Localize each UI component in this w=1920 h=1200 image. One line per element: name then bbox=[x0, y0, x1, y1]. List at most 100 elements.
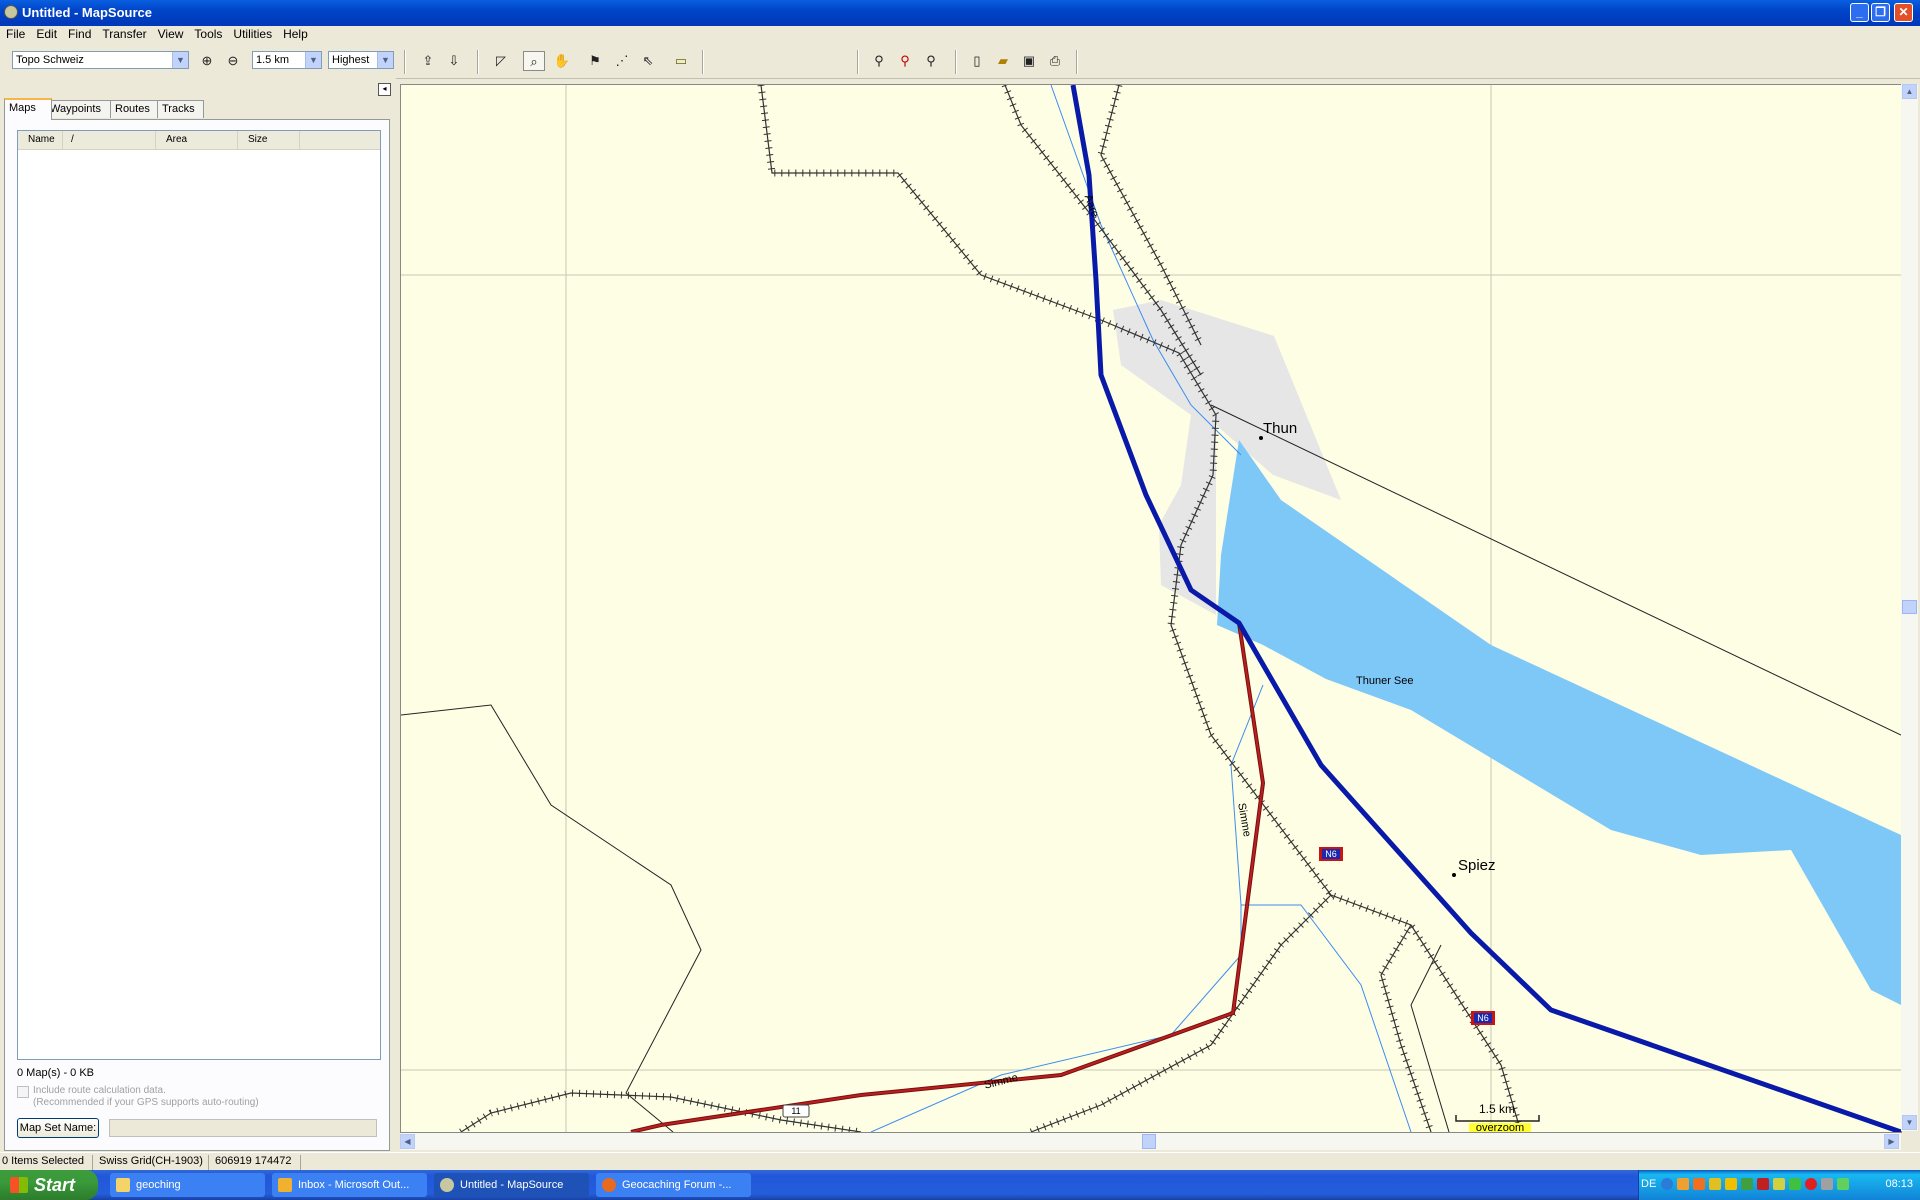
map-product-select[interactable]: Topo Schweiz ▼ bbox=[12, 51, 189, 69]
tray-antivirus-icon[interactable] bbox=[1805, 1178, 1817, 1190]
column-area[interactable]: Area bbox=[156, 131, 238, 149]
route-data-text: Include route calculation data. bbox=[33, 1085, 166, 1096]
zoom-in-icon[interactable]: ⊕ bbox=[196, 51, 218, 71]
measure-ruler-icon[interactable]: ▭ bbox=[670, 51, 692, 71]
tray-app-icon[interactable] bbox=[1677, 1178, 1689, 1190]
app-icon[interactable] bbox=[4, 5, 18, 19]
map-canvas[interactable]: Thun Spiez Thuner See Aare Simme Simme N… bbox=[400, 84, 1902, 1133]
menu-transfer[interactable]: Transfer bbox=[97, 26, 151, 42]
river-branch bbox=[1241, 904, 1412, 1132]
route-data-checkbox[interactable] bbox=[17, 1086, 29, 1098]
task-mapsource[interactable]: Untitled - MapSource bbox=[434, 1173, 589, 1197]
tray-app-icon[interactable] bbox=[1693, 1178, 1705, 1190]
send-to-device-icon[interactable]: ⇩ bbox=[443, 51, 465, 71]
zoom-tool-icon[interactable]: ⌕ bbox=[523, 51, 545, 71]
menu-view[interactable]: View bbox=[153, 26, 189, 42]
horizontal-scrollbar[interactable]: ◀ ▶ bbox=[400, 1133, 1901, 1150]
task-firefox[interactable]: Geocaching Forum -... bbox=[596, 1173, 751, 1197]
tab-waypoints[interactable]: Waypoints bbox=[45, 100, 111, 118]
print-icon[interactable]: ⎙ bbox=[1044, 51, 1066, 71]
road-shield-label-n6: N6 bbox=[1477, 1013, 1489, 1023]
collapse-pane-icon[interactable]: ◂ bbox=[378, 83, 391, 96]
map-set-name-button[interactable]: Map Set Name: bbox=[17, 1118, 99, 1138]
route-data-hint: (Recommended if your GPS supports auto-r… bbox=[33, 1097, 259, 1108]
status-coords: 606919 174472 bbox=[215, 1155, 292, 1167]
maps-tab-panel: Name / Area Size 0 Map(s) - 0 KB Include… bbox=[4, 119, 390, 1151]
road-shield-label-11: 11 bbox=[791, 1106, 801, 1116]
tab-maps[interactable]: Maps bbox=[4, 98, 52, 120]
tray-app-icon[interactable] bbox=[1773, 1178, 1785, 1190]
lake-label: Thuner See bbox=[1356, 675, 1414, 687]
chevron-down-icon[interactable]: ▼ bbox=[305, 52, 321, 68]
tray-app-icon[interactable] bbox=[1789, 1178, 1801, 1190]
column-size[interactable]: Size bbox=[238, 131, 300, 149]
hand-pan-icon[interactable]: ✋ bbox=[551, 51, 573, 71]
minimize-icon[interactable]: _ bbox=[1850, 3, 1869, 22]
separator bbox=[702, 50, 704, 74]
find-binoculars-icon[interactable]: ⚲ bbox=[868, 51, 890, 71]
tray-help-icon[interactable] bbox=[1661, 1178, 1673, 1190]
zoom-scale-select[interactable]: 1.5 km ▼ bbox=[252, 51, 322, 69]
menu-bar: File Edit Find Transfer View Tools Utilities He… bbox=[0, 26, 1920, 44]
tray-app-icon[interactable] bbox=[1741, 1178, 1753, 1190]
toolbar: Topo Schweiz ▼ ⊕ ⊖ 1.5 km ▼ Highest ▼ ⇪ ⇩ ◸… bbox=[0, 44, 1920, 79]
menu-edit[interactable]: Edit bbox=[31, 26, 62, 42]
selection-arrow-icon[interactable]: ⇖ bbox=[637, 51, 659, 71]
tab-routes[interactable]: Routes bbox=[110, 100, 162, 118]
column-name[interactable]: Name bbox=[18, 131, 63, 149]
maps-list[interactable]: Name / Area Size bbox=[17, 130, 381, 1060]
task-geoching[interactable]: geoching bbox=[110, 1173, 265, 1197]
chevron-down-icon[interactable]: ▼ bbox=[377, 52, 393, 68]
chevron-down-icon[interactable]: ▼ bbox=[172, 52, 188, 68]
horizontal-scroll-thumb[interactable] bbox=[1142, 1134, 1156, 1149]
new-document-icon[interactable]: ▯ bbox=[966, 51, 988, 71]
tray-app-icon[interactable] bbox=[1709, 1178, 1721, 1190]
open-folder-icon[interactable]: ▰ bbox=[992, 51, 1014, 71]
folder-icon bbox=[116, 1178, 130, 1192]
menu-utilities[interactable]: Utilities bbox=[228, 26, 277, 42]
title-bar: Untitled - MapSource _ ❐ ✕ bbox=[0, 0, 1920, 26]
status-grid: Swiss Grid(CH-1903) bbox=[99, 1155, 203, 1167]
vertical-scrollbar[interactable]: ▲ ▼ bbox=[1901, 84, 1918, 1131]
waypoint-flag-icon[interactable]: ⚑ bbox=[584, 51, 606, 71]
map-set-name-input[interactable] bbox=[109, 1119, 377, 1137]
close-icon[interactable]: ✕ bbox=[1894, 3, 1913, 22]
clock: 08:13 bbox=[1885, 1178, 1913, 1190]
maps-summary: 0 Map(s) - 0 KB bbox=[17, 1067, 95, 1079]
sort-indicator[interactable]: / bbox=[63, 131, 156, 149]
separator bbox=[857, 50, 859, 74]
task-label: Geocaching Forum -... bbox=[622, 1179, 732, 1191]
zoom-out-icon[interactable]: ⊖ bbox=[222, 51, 244, 71]
find-places-icon[interactable]: ⚲ bbox=[894, 51, 916, 71]
find-recent-icon[interactable]: ⚲ bbox=[920, 51, 942, 71]
start-button[interactable]: Start bbox=[0, 1170, 98, 1200]
receive-from-device-icon[interactable]: ⇪ bbox=[417, 51, 439, 71]
save-disk-icon[interactable]: ▣ bbox=[1018, 51, 1040, 71]
menu-tools[interactable]: Tools bbox=[189, 26, 227, 42]
tray-wireless-icon[interactable] bbox=[1837, 1178, 1849, 1190]
tray-shield-icon[interactable] bbox=[1725, 1178, 1737, 1190]
tray-network-icon[interactable] bbox=[1821, 1178, 1833, 1190]
scroll-up-icon[interactable]: ▲ bbox=[1902, 84, 1917, 99]
scroll-left-icon[interactable]: ◀ bbox=[400, 1134, 415, 1149]
status-selected: 0 Items Selected bbox=[2, 1155, 84, 1167]
scroll-down-icon[interactable]: ▼ bbox=[1902, 1115, 1917, 1130]
map-tool-icon[interactable]: ◸ bbox=[490, 51, 512, 71]
separator bbox=[208, 1155, 209, 1170]
lake-thuner-see bbox=[1217, 440, 1901, 1005]
tab-tracks[interactable]: Tracks bbox=[157, 100, 204, 118]
start-label: Start bbox=[34, 1175, 76, 1195]
tray-app-icon[interactable] bbox=[1757, 1178, 1769, 1190]
scroll-right-icon[interactable]: ▶ bbox=[1884, 1134, 1899, 1149]
detail-select[interactable]: Highest ▼ bbox=[328, 51, 394, 69]
separator bbox=[477, 50, 479, 74]
task-outlook[interactable]: Inbox - Microsoft Out... bbox=[272, 1173, 427, 1197]
menu-find[interactable]: Find bbox=[63, 26, 96, 42]
menu-help[interactable]: Help bbox=[278, 26, 313, 42]
map-graphics bbox=[401, 85, 1901, 1132]
vertical-scroll-thumb[interactable] bbox=[1902, 600, 1917, 614]
restore-icon[interactable]: ❐ bbox=[1871, 3, 1890, 22]
route-data-label: Include route calculation data. (Recommen… bbox=[33, 1085, 259, 1109]
menu-file[interactable]: File bbox=[1, 26, 30, 42]
route-tool-icon[interactable]: ⋰ bbox=[611, 51, 633, 71]
